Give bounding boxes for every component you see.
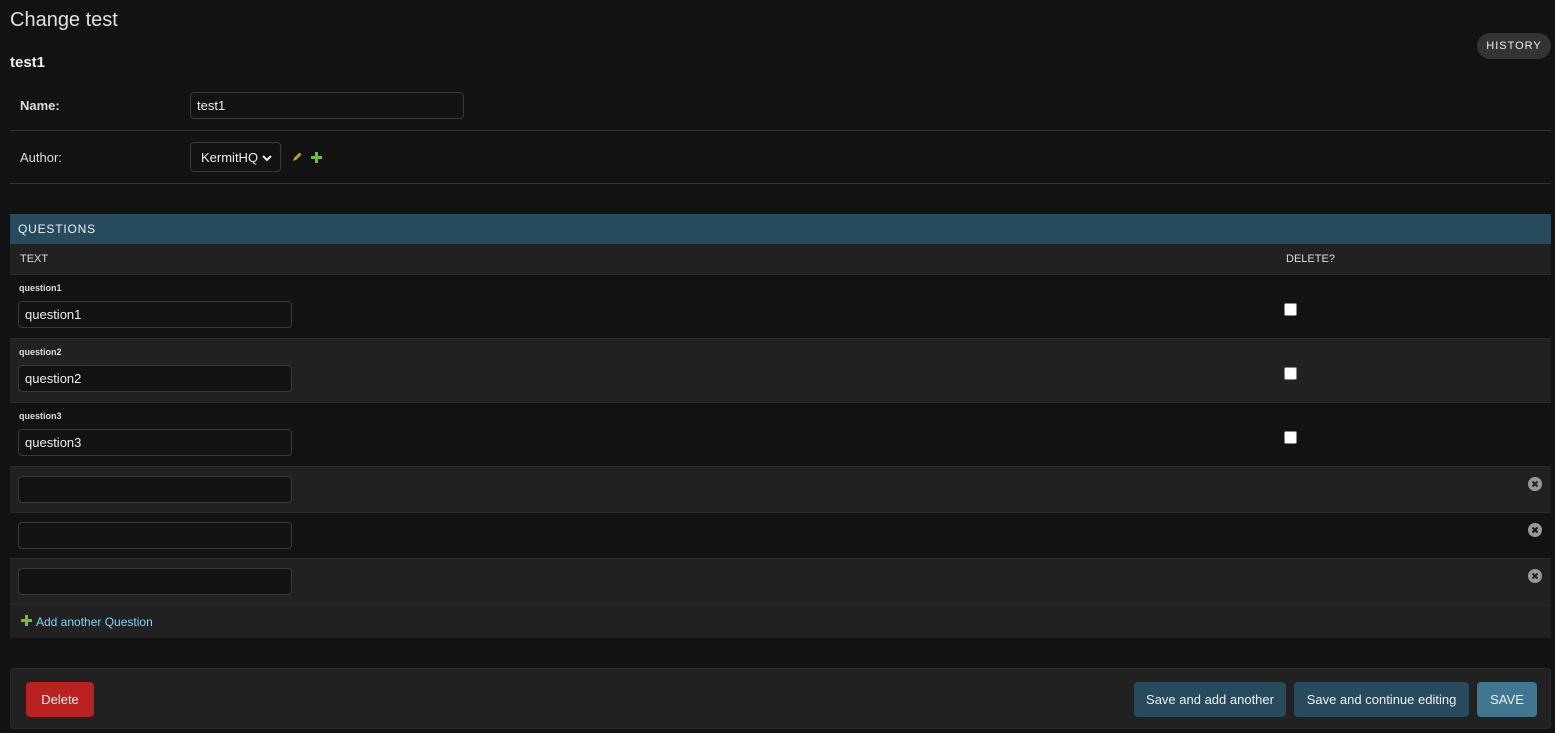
- name-label: Name:: [20, 97, 60, 113]
- add-another-question-link[interactable]: Add another Question: [10, 605, 1551, 638]
- column-header-delete: DELETE?: [1286, 253, 1335, 265]
- chevron-down-icon: [262, 150, 272, 165]
- delete-checkbox[interactable]: [1284, 303, 1297, 316]
- edit-pencil-icon[interactable]: [291, 151, 303, 163]
- row-original-label: question2: [19, 347, 62, 357]
- questions-group-header: QUESTIONS: [10, 214, 1551, 244]
- add-plus-icon[interactable]: [311, 151, 322, 163]
- add-another-question-label: Add another Question: [36, 614, 153, 629]
- submit-row: Delete Save and add another Save and con…: [10, 668, 1551, 729]
- delete-checkbox[interactable]: [1284, 367, 1297, 380]
- delete-checkbox[interactable]: [1284, 431, 1297, 444]
- question-row: question1: [10, 275, 1551, 339]
- author-field-row: Author: KermitHQ: [10, 131, 1551, 184]
- column-header-text: TEXT: [20, 253, 49, 265]
- question-row: question2: [10, 339, 1551, 403]
- question-row: question3: [10, 403, 1551, 467]
- remove-row-icon[interactable]: [1528, 523, 1542, 540]
- save-and-add-another-button[interactable]: Save and add another: [1134, 682, 1286, 717]
- page-title: Change test: [10, 9, 118, 31]
- remove-row-icon[interactable]: [1528, 477, 1542, 494]
- object-title: test1: [10, 54, 46, 71]
- empty-question-row: [10, 467, 1551, 513]
- question-text-input[interactable]: [18, 522, 292, 549]
- remove-row-icon[interactable]: [1528, 569, 1542, 586]
- question-text-input[interactable]: [18, 301, 292, 328]
- author-selected-value: KermitHQ: [201, 149, 259, 165]
- name-field-row: Name:: [10, 80, 1551, 131]
- question-text-input[interactable]: [18, 365, 292, 392]
- add-plus-icon: [21, 614, 32, 629]
- delete-button[interactable]: Delete: [26, 682, 94, 717]
- save-and-continue-button[interactable]: Save and continue editing: [1294, 682, 1469, 717]
- author-select[interactable]: KermitHQ: [190, 142, 281, 172]
- name-input[interactable]: [190, 91, 464, 119]
- question-text-input[interactable]: [18, 476, 292, 503]
- save-button[interactable]: SAVE: [1477, 682, 1537, 717]
- history-button[interactable]: HISTORY: [1477, 33, 1551, 59]
- question-text-input[interactable]: [18, 568, 292, 595]
- empty-question-row: [10, 559, 1551, 605]
- author-label: Author:: [20, 149, 62, 165]
- empty-question-row: [10, 513, 1551, 559]
- question-text-input[interactable]: [18, 429, 292, 456]
- row-original-label: question3: [19, 411, 62, 421]
- questions-inline-group: QUESTIONS TEXT DELETE? question1 questio…: [10, 214, 1551, 638]
- column-headers: TEXT DELETE?: [10, 244, 1551, 275]
- row-original-label: question1: [19, 283, 62, 293]
